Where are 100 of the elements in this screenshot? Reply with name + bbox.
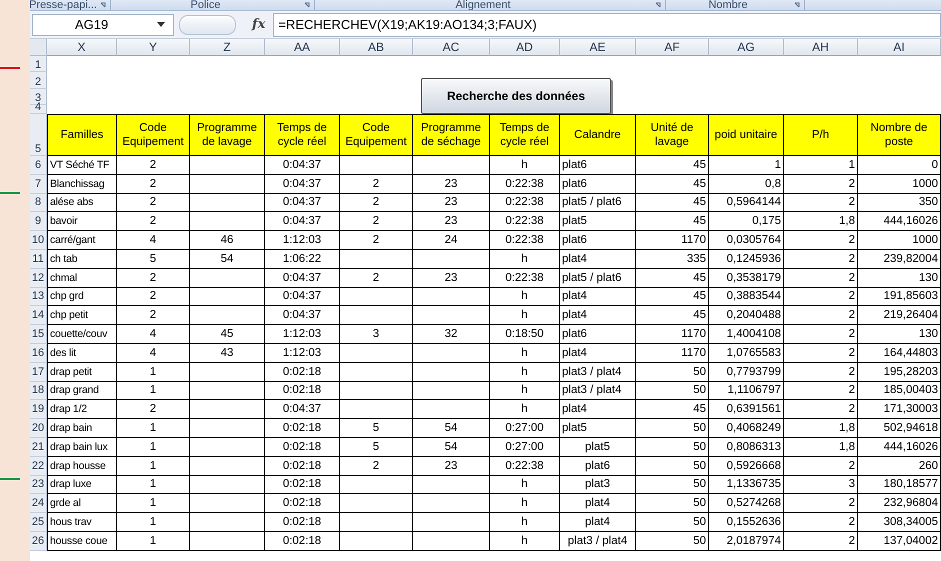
row-header[interactable]: 13 <box>30 288 47 306</box>
column-header[interactable]: Z <box>190 39 265 56</box>
row-header[interactable]: 11 <box>30 250 47 269</box>
table-cell: 45 <box>636 268 709 288</box>
column-header[interactable]: AE <box>560 39 636 56</box>
table-cell: plat4 <box>560 306 636 326</box>
table-cell: 23 <box>413 212 490 232</box>
table-cell: 0:02:18 <box>265 476 340 494</box>
column-header[interactable]: AG <box>709 39 784 56</box>
column-header[interactable]: AH <box>784 39 858 56</box>
row-header[interactable]: 15 <box>30 325 47 344</box>
table-cell: 1,8 <box>784 419 858 438</box>
table-cell: 191,85603 <box>858 288 941 306</box>
table-cell: bavoir <box>47 212 117 232</box>
table-cell: 5 <box>117 250 190 269</box>
dialog-launcher-icon[interactable] <box>304 2 311 9</box>
row-header[interactable]: 8 <box>30 194 47 212</box>
table-cell: h <box>490 288 560 306</box>
table-cell: 0,7793799 <box>709 362 784 382</box>
row-header[interactable]: 2 <box>30 72 47 89</box>
column-header[interactable]: AI <box>858 39 941 56</box>
row-header[interactable]: 17 <box>30 362 47 382</box>
table-cell: 0:04:37 <box>265 194 340 212</box>
table-cell: h <box>490 476 560 494</box>
table-cell: 1170 <box>636 231 709 250</box>
table-cell: 1 <box>117 513 190 532</box>
table-cell: plat6 <box>560 325 636 344</box>
table-cell: plat4 <box>560 344 636 363</box>
row-header[interactable]: 26 <box>30 532 47 551</box>
table-cell: 1,4004108 <box>709 325 784 344</box>
row-header[interactable]: 10 <box>30 231 47 250</box>
table-cell: 1170 <box>636 344 709 363</box>
table-cell: 2 <box>784 250 858 269</box>
table-cell: 0:27:00 <box>490 438 560 457</box>
table-cell: drap 1/2 <box>47 400 117 420</box>
table-cell: h <box>490 494 560 514</box>
row-header[interactable]: 20 <box>30 419 47 438</box>
table-cell: 2 <box>340 194 413 212</box>
column-header[interactable]: AF <box>636 39 709 56</box>
table-cell: 0:22:38 <box>490 174 560 194</box>
table-cell: 350 <box>858 194 941 212</box>
row-header[interactable]: 16 <box>30 344 47 363</box>
ribbon-group-label: Alignement <box>455 0 511 10</box>
table-cell: 45 <box>636 194 709 212</box>
table-cell: 195,28203 <box>858 362 941 382</box>
row-header[interactable]: 12 <box>30 268 47 288</box>
formula-field[interactable]: =RECHERCHEV(X19;AK19:AO134;3;FAUX) <box>273 12 941 36</box>
column-header[interactable]: AB <box>340 39 413 56</box>
ribbon-group-label: Presse-papi... <box>30 0 97 10</box>
table-cell: 0:02:18 <box>265 532 340 551</box>
table-cell: 32 <box>413 325 490 344</box>
row-header[interactable]: 19 <box>30 400 47 420</box>
table-cell: 45 <box>636 212 709 232</box>
table-cell: plat5 <box>560 212 636 232</box>
row-header[interactable]: 21 <box>30 438 47 457</box>
table-cell: 5 <box>340 419 413 438</box>
dialog-launcher-icon[interactable] <box>100 2 107 9</box>
row-header[interactable]: 22 <box>30 456 47 476</box>
table-cell: 2 <box>784 532 858 551</box>
row-header[interactable]: 6 <box>30 156 47 175</box>
table-cell: 0:22:38 <box>490 456 560 476</box>
row-header[interactable]: 9 <box>30 212 47 232</box>
row-header[interactable]: 25 <box>30 513 47 532</box>
column-header[interactable]: AD <box>490 39 560 56</box>
row-header[interactable]: 23 <box>30 476 47 494</box>
dialog-launcher-icon[interactable] <box>794 2 801 9</box>
table-cell: 50 <box>636 438 709 457</box>
table-cell: 0:18:50 <box>490 325 560 344</box>
row-header[interactable]: 24 <box>30 494 47 514</box>
table-cell: drap grand <box>47 382 117 400</box>
table-cell: 24 <box>413 231 490 250</box>
table-cell: 4 <box>117 325 190 344</box>
table-cell: 1 <box>117 532 190 551</box>
row-header[interactable]: 5 <box>30 114 47 156</box>
table-cell: 1 <box>117 476 190 494</box>
row-header[interactable]: 14 <box>30 306 47 326</box>
column-header[interactable]: Y <box>117 39 190 56</box>
row-header[interactable]: 1 <box>30 56 47 72</box>
table-cell: 1,1106797 <box>709 382 784 400</box>
table-cell: 50 <box>636 513 709 532</box>
table-cell: 130 <box>858 325 941 344</box>
column-header[interactable]: X <box>47 39 117 56</box>
table-cell: 2 <box>784 174 858 194</box>
insert-function-button[interactable]: fx <box>252 17 266 32</box>
name-box[interactable]: AG19 <box>32 14 174 36</box>
table-cell: 2 <box>784 325 858 344</box>
table-cell: 2 <box>340 212 413 232</box>
row-header[interactable]: 18 <box>30 382 47 400</box>
column-header[interactable]: AC <box>413 39 490 56</box>
margin-marker <box>0 192 20 194</box>
table-cell: chp petit <box>47 306 117 326</box>
row-header[interactable]: 7 <box>30 174 47 194</box>
column-heading: poid unitaire <box>709 114 784 156</box>
table-cell: 45 <box>190 325 265 344</box>
column-header[interactable]: AA <box>265 39 340 56</box>
table-cell: plat5 / plat6 <box>560 194 636 212</box>
dialog-launcher-icon[interactable] <box>655 2 662 9</box>
column-heading: Calandre <box>560 114 636 156</box>
table-cell: 2 <box>340 231 413 250</box>
search-data-button[interactable]: Recherche des données <box>421 78 611 114</box>
